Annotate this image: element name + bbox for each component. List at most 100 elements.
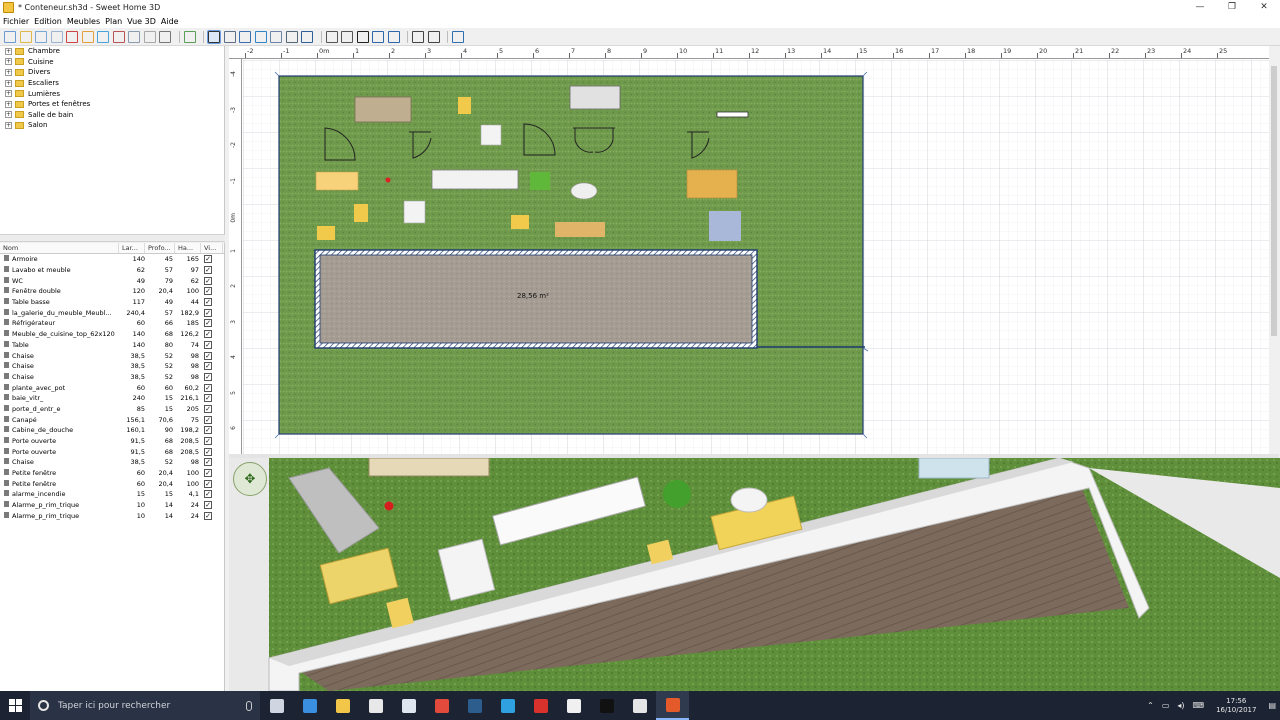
visible-checkbox[interactable]: ✓ [204, 490, 212, 499]
help-icon[interactable] [452, 30, 464, 43]
furniture-row[interactable]: plante_avec_pot 60 60 60,2 ✓ [0, 382, 224, 393]
visible-checkbox[interactable]: ✓ [204, 426, 212, 435]
sink-item[interactable] [480, 124, 502, 146]
coffee-table-item[interactable] [686, 169, 738, 199]
paste-icon[interactable] [143, 30, 156, 43]
catalog-category[interactable]: + Lumières [0, 88, 224, 99]
new-icon[interactable] [4, 30, 16, 43]
plan-canvas[interactable]: 28,56 m² [243, 60, 1269, 454]
maximize-button[interactable]: ❐ [1216, 0, 1248, 15]
expand-icon[interactable]: + [5, 68, 12, 76]
catalog-category[interactable]: + Salle de bain [0, 110, 224, 121]
visible-checkbox[interactable]: ✓ [204, 469, 212, 478]
visible-checkbox[interactable]: ✓ [204, 511, 212, 520]
catalog-category[interactable]: + Salon [0, 120, 224, 131]
3d-toilet[interactable] [730, 487, 768, 513]
toilet-item[interactable] [570, 182, 598, 200]
menu-vue-3d[interactable]: Vue 3D [127, 17, 156, 26]
bench-item[interactable] [555, 222, 605, 237]
visible-checkbox[interactable]: ✓ [204, 383, 212, 392]
visible-checkbox[interactable]: ✓ [204, 415, 212, 424]
create-walls-icon[interactable] [239, 30, 251, 43]
plant-item[interactable] [530, 172, 550, 190]
visible-checkbox[interactable]: ✓ [204, 351, 212, 360]
volume-icon[interactable]: ◂) [1177, 701, 1184, 710]
expand-icon[interactable]: + [5, 47, 12, 55]
save-icon[interactable] [35, 30, 47, 43]
catalog-category[interactable]: + Divers [0, 67, 224, 78]
undo-icon[interactable] [81, 30, 94, 43]
furniture-row[interactable]: Lavabo et meuble 62 57 97 ✓ [0, 265, 224, 276]
mail-icon[interactable] [392, 691, 425, 720]
taskbar-search-box[interactable]: Taper ici pour rechercher [30, 691, 260, 720]
furniture-row[interactable]: Chaise 38,5 52 98 ✓ [0, 350, 224, 361]
expand-icon[interactable]: + [5, 121, 12, 129]
visible-checkbox[interactable]: ✓ [204, 501, 212, 510]
visible-checkbox[interactable]: ✓ [204, 298, 212, 307]
furniture-row[interactable]: Armoire 140 45 165 ✓ [0, 254, 224, 265]
furniture-row[interactable]: Alarme_p_rim_trique 10 14 24 ✓ [0, 511, 224, 522]
furniture-row[interactable]: porte_d_entr_e 85 15 205 ✓ [0, 404, 224, 415]
visible-checkbox[interactable]: ✓ [204, 255, 212, 264]
microphone-icon[interactable] [246, 700, 252, 711]
delete-icon[interactable] [159, 30, 171, 43]
visible-checkbox[interactable]: ✓ [204, 458, 212, 467]
kitchen-cabinet-item[interactable] [569, 85, 621, 110]
yellow-chair-item[interactable] [458, 97, 471, 114]
furniture-row[interactable]: Alarme_p_rim_trique 10 14 24 ✓ [0, 500, 224, 511]
add-furniture-icon[interactable] [183, 30, 196, 43]
visible-checkbox[interactable]: ✓ [204, 340, 212, 349]
window-item[interactable] [716, 111, 749, 118]
redo-icon[interactable] [97, 30, 109, 43]
3d-canvas[interactable] [229, 458, 1280, 691]
catalog-category[interactable]: + Cuisine [0, 57, 224, 68]
expand-icon[interactable]: + [5, 90, 12, 98]
catalog-category[interactable]: + Portes et fenêtres [0, 99, 224, 110]
minimize-button[interactable]: — [1184, 0, 1216, 15]
app-plus-icon[interactable] [590, 691, 623, 720]
menu-plan[interactable]: Plan [105, 17, 122, 26]
app-blue-icon[interactable] [491, 691, 524, 720]
furniture-row[interactable]: Réfrigérateur 60 66 185 ✓ [0, 318, 224, 329]
furniture-row[interactable]: Petite fenêtre 60 20,4 100 ✓ [0, 478, 224, 489]
windows-start-button[interactable] [0, 691, 30, 720]
visible-checkbox[interactable]: ✓ [204, 447, 212, 456]
visible-checkbox[interactable]: ✓ [204, 330, 212, 339]
catalog-category[interactable]: + Escaliers [0, 78, 224, 89]
furniture-row[interactable]: la_galerie_du_meuble_Meubl... 240,4 57 182,… [0, 307, 224, 318]
notifications-icon[interactable]: ▤ [1268, 701, 1276, 710]
plan-vertical-scrollbar[interactable] [1269, 46, 1279, 454]
3d-fire-alarm[interactable] [384, 501, 394, 511]
create-labels-icon[interactable] [301, 30, 313, 43]
steam-icon[interactable] [458, 691, 491, 720]
select-icon[interactable] [207, 29, 221, 44]
menu-meubles[interactable]: Meubles [67, 17, 100, 26]
zoom-in-icon[interactable] [372, 30, 384, 43]
furniture-row[interactable]: Table basse 117 49 44 ✓ [0, 297, 224, 308]
furniture-row[interactable]: Canapé 156,1 70,6 75 ✓ [0, 414, 224, 425]
calculator-icon[interactable] [623, 691, 656, 720]
kitchen-counter-item[interactable] [431, 169, 519, 190]
furniture-row[interactable]: baie_vitr_ 240 15 216,1 ✓ [0, 393, 224, 404]
visible-checkbox[interactable]: ✓ [204, 404, 212, 413]
furniture-row[interactable]: Porte ouverte 91,5 68 208,5 ✓ [0, 446, 224, 457]
catalog-splitter[interactable] [0, 234, 225, 242]
fridge-item[interactable] [403, 200, 426, 224]
yellow-chair-item[interactable] [354, 204, 368, 222]
store-icon[interactable] [359, 691, 392, 720]
video-icon[interactable] [427, 30, 440, 43]
furniture-row[interactable]: Fenêtre double 120 20,4 100 ✓ [0, 286, 224, 297]
text-bold-icon[interactable] [356, 30, 369, 43]
create-rooms-icon[interactable] [254, 30, 267, 43]
chrome-icon[interactable] [425, 691, 458, 720]
menu-edition[interactable]: Edition [34, 17, 62, 26]
furniture-row[interactable]: Table 140 80 74 ✓ [0, 340, 224, 351]
3d-navigation-arrows[interactable]: ✥ [233, 462, 267, 496]
photo-icon[interactable] [412, 30, 424, 43]
menu-aide[interactable]: Aide [161, 17, 179, 26]
plan-view[interactable]: -2 -1 0m 1 2 3 4 5 6 7 8 9 10 11 12 13 14 15 16 17 18 19 20 21 2… [229, 46, 1279, 454]
furniture-row[interactable]: Porte ouverte 91,5 68 208,5 ✓ [0, 436, 224, 447]
save-as-icon[interactable] [50, 30, 63, 43]
taskbar-clock[interactable]: 17:56 16/10/2017 [1216, 697, 1256, 715]
text-italic-icon[interactable] [341, 30, 353, 43]
